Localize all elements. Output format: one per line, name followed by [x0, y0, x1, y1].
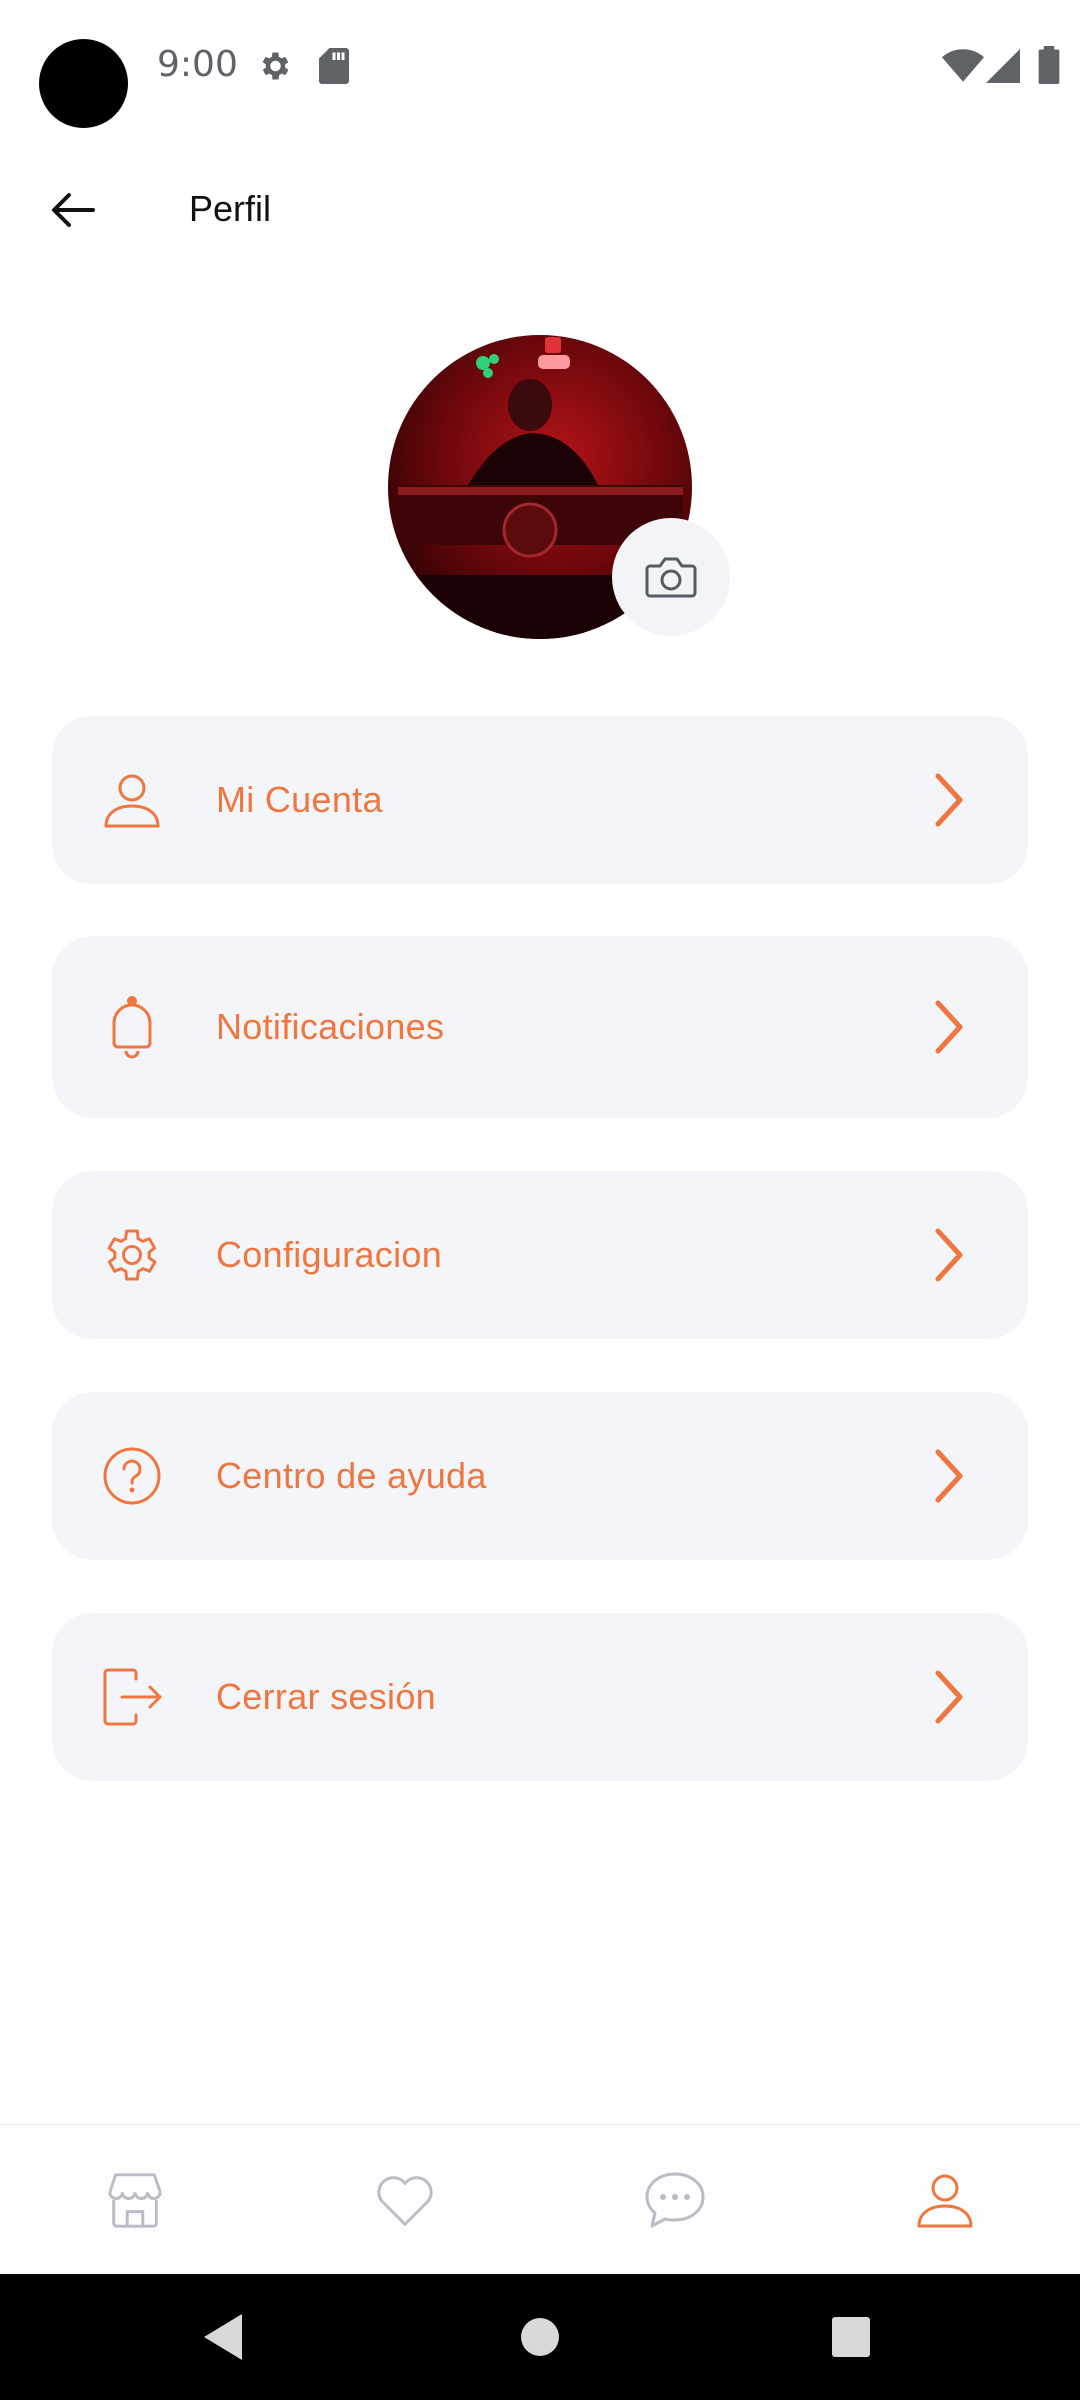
nav-favorites[interactable] — [360, 2155, 450, 2245]
menu-item-configuracion[interactable]: Configuracion — [52, 1171, 1028, 1339]
chevron-right-icon — [935, 1228, 963, 1282]
wifi-icon — [942, 49, 984, 82]
menu-item-notificaciones[interactable]: Notificaciones — [52, 936, 1028, 1118]
back-triangle-icon[interactable] — [202, 2312, 246, 2362]
signal-icon — [986, 49, 1020, 83]
chat-icon — [645, 2172, 705, 2228]
menu-item-label: Notificaciones — [216, 1006, 445, 1047]
menu-item-label: Cerrar sesión — [216, 1676, 436, 1717]
camera-icon — [645, 557, 697, 598]
status-bar: 9:00 — [0, 0, 1080, 130]
chevron-right-icon — [935, 773, 963, 827]
front-camera-cutout — [39, 39, 128, 128]
arrow-left-icon — [52, 193, 95, 227]
change-photo-button[interactable] — [612, 518, 730, 636]
sd-card-icon — [319, 48, 349, 84]
chevron-right-icon — [935, 1000, 963, 1054]
bell-icon — [112, 996, 152, 1059]
chevron-right-icon — [935, 1449, 963, 1503]
recents-square-icon[interactable] — [830, 2312, 872, 2362]
user-icon — [917, 2174, 973, 2228]
logout-icon — [103, 1668, 162, 1726]
gear-icon — [107, 1229, 157, 1281]
chevron-right-icon — [935, 1670, 963, 1724]
system-navigation-bar — [0, 2274, 1080, 2400]
back-button[interactable] — [36, 180, 110, 240]
page-title: Perfil — [189, 188, 272, 229]
help-circle-icon — [103, 1447, 161, 1505]
nav-messages[interactable] — [630, 2155, 720, 2245]
menu-item-label: Configuracion — [216, 1234, 443, 1275]
menu-item-centro-de-ayuda[interactable]: Centro de ayuda — [52, 1392, 1028, 1560]
home-circle-icon[interactable] — [520, 2312, 560, 2362]
user-icon — [104, 774, 160, 828]
menu-item-mi-cuenta[interactable]: Mi Cuenta — [52, 716, 1028, 884]
gear-icon — [262, 52, 289, 80]
menu-item-label: Centro de ayuda — [216, 1455, 487, 1496]
nav-store[interactable] — [90, 2155, 180, 2245]
bottom-navigation — [0, 2124, 1080, 2274]
app-bar: Perfil — [0, 160, 1080, 260]
menu-item-cerrar-sesion[interactable]: Cerrar sesión — [52, 1613, 1028, 1781]
menu-item-label: Mi Cuenta — [216, 779, 383, 820]
nav-profile[interactable] — [900, 2155, 990, 2245]
battery-icon — [1038, 46, 1060, 84]
store-icon — [108, 2173, 162, 2228]
heart-icon — [377, 2176, 433, 2226]
status-time: 9:00 — [157, 44, 238, 85]
